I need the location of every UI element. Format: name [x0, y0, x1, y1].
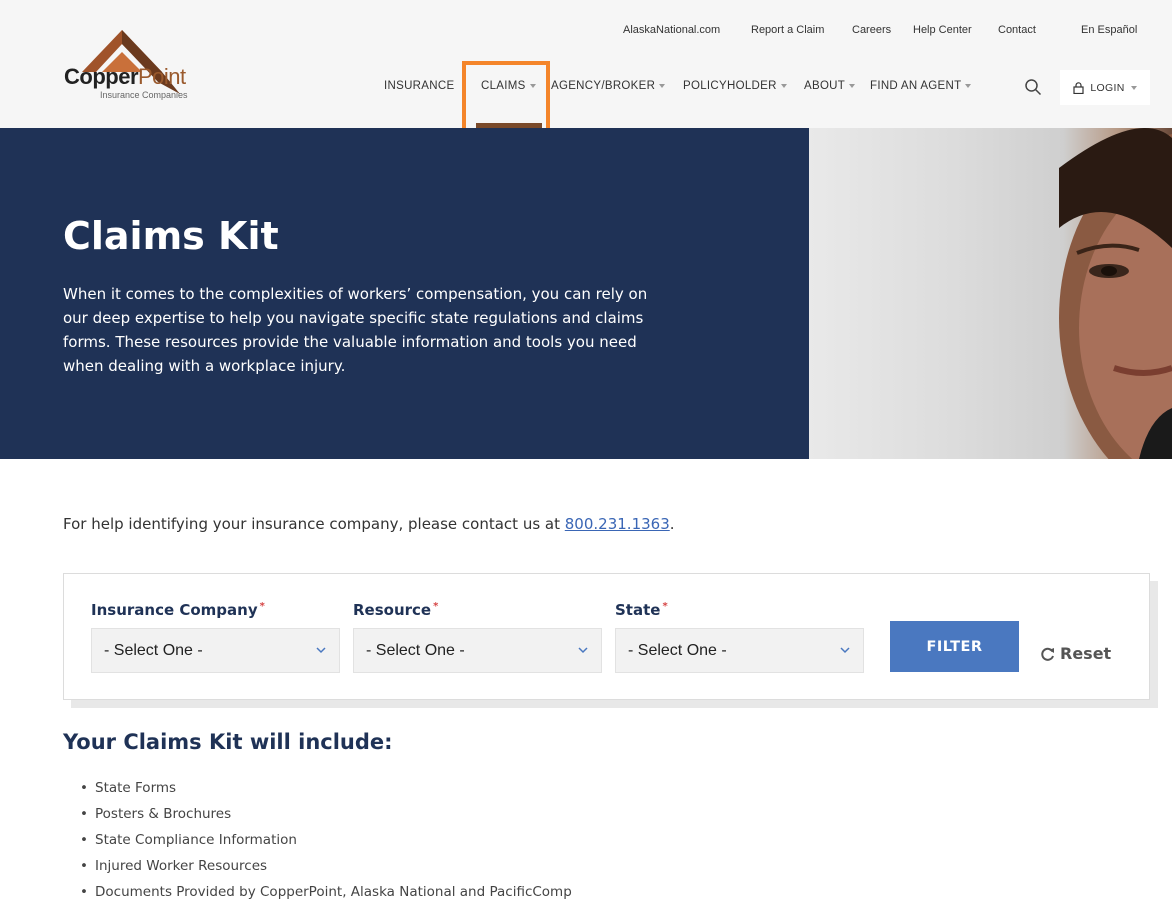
chevron-down-icon [840, 647, 850, 654]
list-item: State Compliance Information [80, 830, 572, 856]
refresh-icon [1041, 647, 1054, 661]
help-prefix: For help identifying your insurance comp… [63, 515, 565, 533]
reset-label: Reset [1060, 644, 1112, 663]
nav-agency-broker-label: AGENCY/BROKER [551, 80, 656, 92]
insurance-company-label: Insurance Company * [91, 601, 265, 619]
chevron-down-icon [849, 83, 856, 88]
util-link-help-center[interactable]: Help Center [913, 24, 972, 36]
state-label-text: State [615, 601, 661, 619]
login-button[interactable]: LOGIN [1060, 70, 1150, 105]
list-item: Injured Worker Resources [80, 856, 572, 882]
utility-nav: AlaskaNational.com Report a Claim Career… [0, 24, 1172, 40]
util-link-contact[interactable]: Contact [998, 24, 1036, 36]
nav-find-agent[interactable]: FIND AN AGENT [870, 80, 972, 92]
kit-title: Your Claims Kit will include: [63, 730, 393, 754]
state-select[interactable]: - Select One - [615, 628, 864, 673]
chevron-down-icon [780, 83, 787, 88]
util-link-careers[interactable]: Careers [852, 24, 891, 36]
list-item: State Forms [80, 778, 572, 804]
nav-insurance[interactable]: INSURANCE [384, 80, 454, 92]
resource-label: Resource * [353, 601, 438, 619]
page-title: Claims Kit [63, 214, 279, 258]
login-label: LOGIN [1090, 81, 1125, 94]
hero-photo [809, 128, 1172, 459]
nav-policyholder[interactable]: POLICYHOLDER [683, 80, 787, 92]
chevron-down-icon [578, 647, 588, 654]
util-link-report-claim[interactable]: Report a Claim [751, 24, 824, 36]
search-icon[interactable] [1024, 78, 1042, 96]
nav-agency-broker[interactable]: AGENCY/BROKER [551, 80, 666, 92]
insurance-company-label-text: Insurance Company [91, 601, 258, 619]
help-suffix: . [669, 515, 675, 533]
nav-policyholder-label: POLICYHOLDER [683, 80, 777, 92]
list-item: Documents Provided by CopperPoint, Alask… [80, 882, 572, 902]
list-item: Posters & Brochures [80, 804, 572, 830]
util-link-espanol[interactable]: En Español [1081, 24, 1137, 36]
required-mark: * [259, 601, 265, 612]
nav-insurance-label: INSURANCE [384, 80, 455, 92]
state-value: - Select One - [628, 641, 727, 659]
resource-value: - Select One - [366, 641, 465, 659]
nav-about-label: ABOUT [804, 80, 846, 92]
nav-find-agent-label: FIND AN AGENT [870, 80, 962, 92]
help-text: For help identifying your insurance comp… [63, 515, 675, 533]
chevron-down-icon [965, 83, 972, 88]
filter-button[interactable]: FILTER [890, 621, 1019, 672]
insurance-company-value: - Select One - [104, 641, 203, 659]
util-link-alaskanational[interactable]: AlaskaNational.com [623, 24, 720, 36]
state-label: State * [615, 601, 668, 619]
site-header: CopperPoint Insurance Companies AlaskaNa… [0, 0, 1172, 149]
chevron-down-icon [659, 83, 666, 88]
required-mark: * [433, 601, 439, 612]
resource-select[interactable]: - Select One - [353, 628, 602, 673]
insurance-company-select[interactable]: - Select One - [91, 628, 340, 673]
reset-button[interactable]: Reset [1040, 644, 1111, 663]
required-mark: * [662, 601, 668, 612]
phone-link[interactable]: 800.231.1363 [565, 515, 670, 533]
woman-portrait-image [1059, 128, 1172, 459]
resource-label-text: Resource [353, 601, 432, 619]
main-nav: INSURANCE CLAIMS AGENCY/BROKER POLICYHOL… [0, 80, 1172, 98]
kit-list: State Forms Posters & Brochures State Co… [80, 778, 572, 902]
lock-icon [1073, 81, 1085, 94]
filter-card: Insurance Company * Resource * State * - Se… [63, 573, 1150, 700]
chevron-down-icon [316, 647, 326, 654]
nav-about[interactable]: ABOUT [804, 80, 856, 92]
hero-description: When it comes to the complexities of wor… [63, 285, 648, 375]
hero-banner: Claims Kit When it comes to the complexi… [0, 128, 809, 459]
chevron-down-icon [1130, 85, 1137, 90]
